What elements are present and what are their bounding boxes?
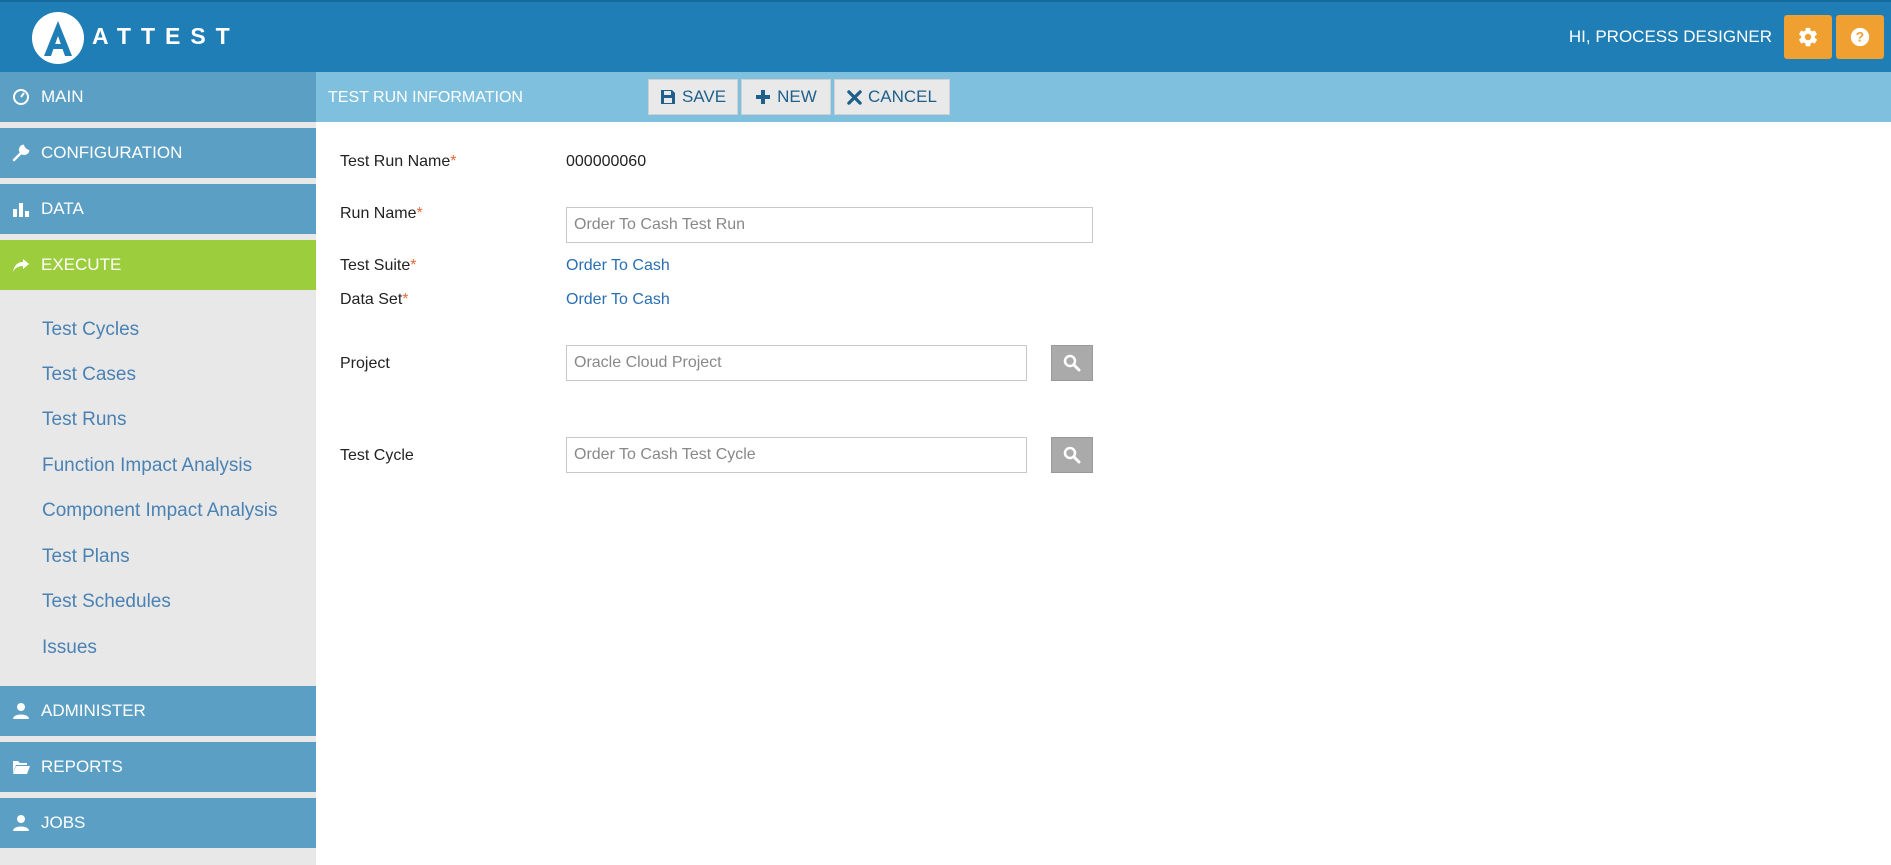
user-greeting: HI, PROCESS DESIGNER	[1568, 27, 1772, 46]
sidebar-subitem-test-runs[interactable]: Test Runs	[42, 409, 126, 431]
sidebar-item-execute[interactable]: EXECUTE	[0, 240, 316, 290]
dashboard-icon	[13, 89, 29, 105]
help-button[interactable]: ?	[1836, 15, 1884, 59]
test-suite-label: Test Suite*	[340, 257, 417, 274]
attest-logo-icon	[32, 12, 84, 64]
sidebar-item-label: REPORTS	[41, 757, 123, 776]
wrench-icon	[12, 144, 30, 162]
project-label: Project	[340, 355, 390, 372]
data-set-link[interactable]: Order To Cash	[566, 291, 670, 309]
sidebar-subitem-function-impact-analysis[interactable]: Function Impact Analysis	[42, 455, 252, 477]
test-cycle-label: Test Cycle	[340, 447, 414, 464]
sidebar-item-label: EXECUTE	[41, 255, 122, 274]
sidebar-item-main[interactable]: MAIN	[0, 72, 316, 122]
user-icon	[13, 703, 29, 719]
project-search-button[interactable]	[1051, 345, 1093, 381]
folder-open-icon	[13, 761, 30, 774]
sidebar-subitem-test-plans[interactable]: Test Plans	[42, 546, 130, 568]
svg-text:?: ?	[1856, 30, 1864, 45]
sidebar-item-configuration[interactable]: CONFIGURATION	[0, 128, 316, 178]
cancel-button[interactable]: CANCEL	[834, 79, 950, 115]
run-name-label: Run Name*	[340, 205, 423, 222]
sidebar-item-data[interactable]: DATA	[0, 184, 316, 234]
run-name-input[interactable]	[566, 207, 1093, 243]
test-run-name-label: Test Run Name*	[340, 153, 457, 170]
test-cycle-input[interactable]	[566, 437, 1027, 473]
sidebar-item-jobs[interactable]: JOBS	[0, 798, 316, 848]
logo-text: ATTEST	[92, 23, 240, 49]
sidebar: MAIN CONFIGURATION DATA EXECUTE Test Cyc…	[0, 72, 316, 865]
plus-icon	[756, 90, 771, 104]
new-button[interactable]: NEW	[741, 79, 831, 115]
sidebar-subitem-test-cycles[interactable]: Test Cycles	[42, 319, 139, 341]
help-icon: ?	[1850, 27, 1870, 47]
search-icon	[1063, 354, 1081, 372]
gear-icon	[1799, 27, 1817, 47]
sidebar-subitem-issues[interactable]: Issues	[42, 637, 97, 659]
user-icon	[13, 815, 29, 831]
data-set-label: Data Set*	[340, 291, 409, 308]
sidebar-item-label: JOBS	[41, 813, 86, 832]
sidebar-item-label: ADMINISTER	[41, 701, 146, 720]
settings-button[interactable]	[1784, 15, 1832, 59]
save-button[interactable]: SAVE	[648, 79, 738, 115]
sidebar-item-reports[interactable]: REPORTS	[0, 742, 316, 792]
content-toolbar: TEST RUN INFORMATION SAVE NEW CANCEL	[316, 72, 1891, 122]
sidebar-item-label: DATA	[41, 199, 84, 218]
sidebar-item-label: MAIN	[41, 87, 84, 106]
sidebar-subitem-test-cases[interactable]: Test Cases	[42, 364, 136, 386]
bar-chart-icon	[13, 203, 29, 217]
save-label: SAVE	[681, 87, 727, 106]
page-title: TEST RUN INFORMATION	[328, 89, 523, 106]
close-icon	[847, 89, 862, 105]
test-suite-link[interactable]: Order To Cash	[566, 257, 670, 275]
sidebar-item-label: CONFIGURATION	[41, 143, 183, 162]
test-run-name-value: 000000060	[566, 153, 647, 170]
project-input[interactable]	[566, 345, 1027, 381]
top-header: ATTEST HI, PROCESS DESIGNER ?	[0, 0, 1891, 72]
test-cycle-search-button[interactable]	[1051, 437, 1093, 473]
sidebar-subitem-component-impact-analysis[interactable]: Component Impact Analysis	[42, 500, 278, 522]
cancel-label: CANCEL	[868, 87, 937, 106]
floppy-disk-icon	[660, 90, 675, 104]
share-arrow-icon	[13, 259, 29, 272]
sidebar-subitem-test-schedules[interactable]: Test Schedules	[42, 591, 171, 613]
sidebar-item-administer[interactable]: ADMINISTER	[0, 686, 316, 736]
new-label: NEW	[777, 87, 817, 106]
search-icon	[1063, 446, 1081, 464]
